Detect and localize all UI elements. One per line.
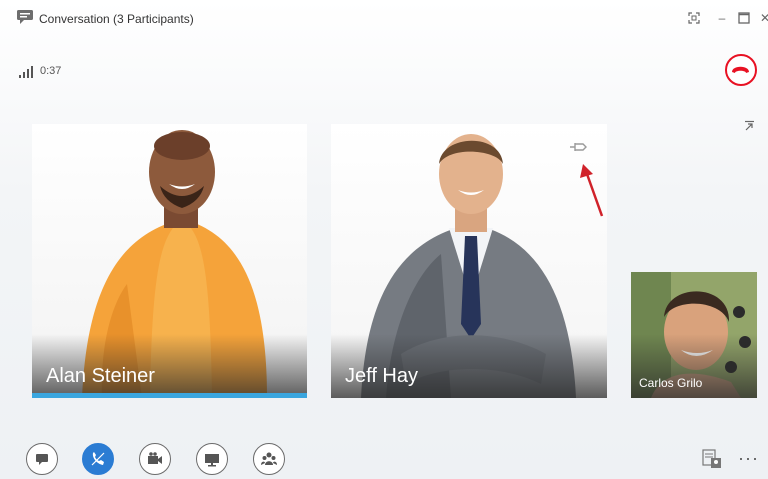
close-button[interactable]: ✕	[757, 10, 768, 26]
maximize-icon[interactable]	[736, 10, 752, 26]
participant-tile-carlos-grilo[interactable]: Carlos Grilo	[631, 272, 757, 398]
video-icon	[148, 452, 162, 464]
full-screen-icon[interactable]	[686, 10, 702, 26]
participant-name: Alan Steiner	[46, 365, 155, 387]
minimize-button[interactable]: –	[714, 10, 730, 26]
participant-tile-alan-steiner[interactable]: Alan Steiner	[32, 124, 307, 398]
annotation-arrow	[580, 164, 604, 217]
active-speaker-indicator	[32, 393, 307, 398]
pin-icon[interactable]	[569, 140, 591, 154]
present-icon	[205, 454, 219, 467]
im-icon	[36, 454, 48, 465]
im-button[interactable]	[26, 443, 58, 475]
participants-icon	[261, 452, 277, 465]
participant-tile-jeff-hay[interactable]: Jeff Hay	[331, 124, 607, 398]
window-title: Conversation (3 Participants)	[39, 12, 194, 26]
participant-name: Carlos Grilo	[639, 376, 703, 390]
hang-up-icon	[732, 66, 749, 73]
title-bar: Conversation (3 Participants) – ✕	[0, 0, 768, 40]
conversation-layout-icon[interactable]	[702, 448, 722, 470]
more-options-button[interactable]: ···	[738, 449, 759, 467]
participant-name: Jeff Hay	[345, 365, 418, 387]
participants-button[interactable]	[253, 443, 285, 475]
video-button[interactable]	[139, 443, 171, 475]
call-timer: 0:37	[40, 65, 62, 77]
call-controls-icon	[91, 452, 105, 466]
signal-strength-icon	[19, 66, 33, 78]
present-button[interactable]	[196, 443, 228, 475]
call-controls-button[interactable]	[82, 443, 114, 475]
pop-out-video-icon[interactable]	[743, 120, 755, 132]
end-call-button[interactable]	[725, 54, 757, 86]
conversation-icon	[17, 10, 33, 24]
